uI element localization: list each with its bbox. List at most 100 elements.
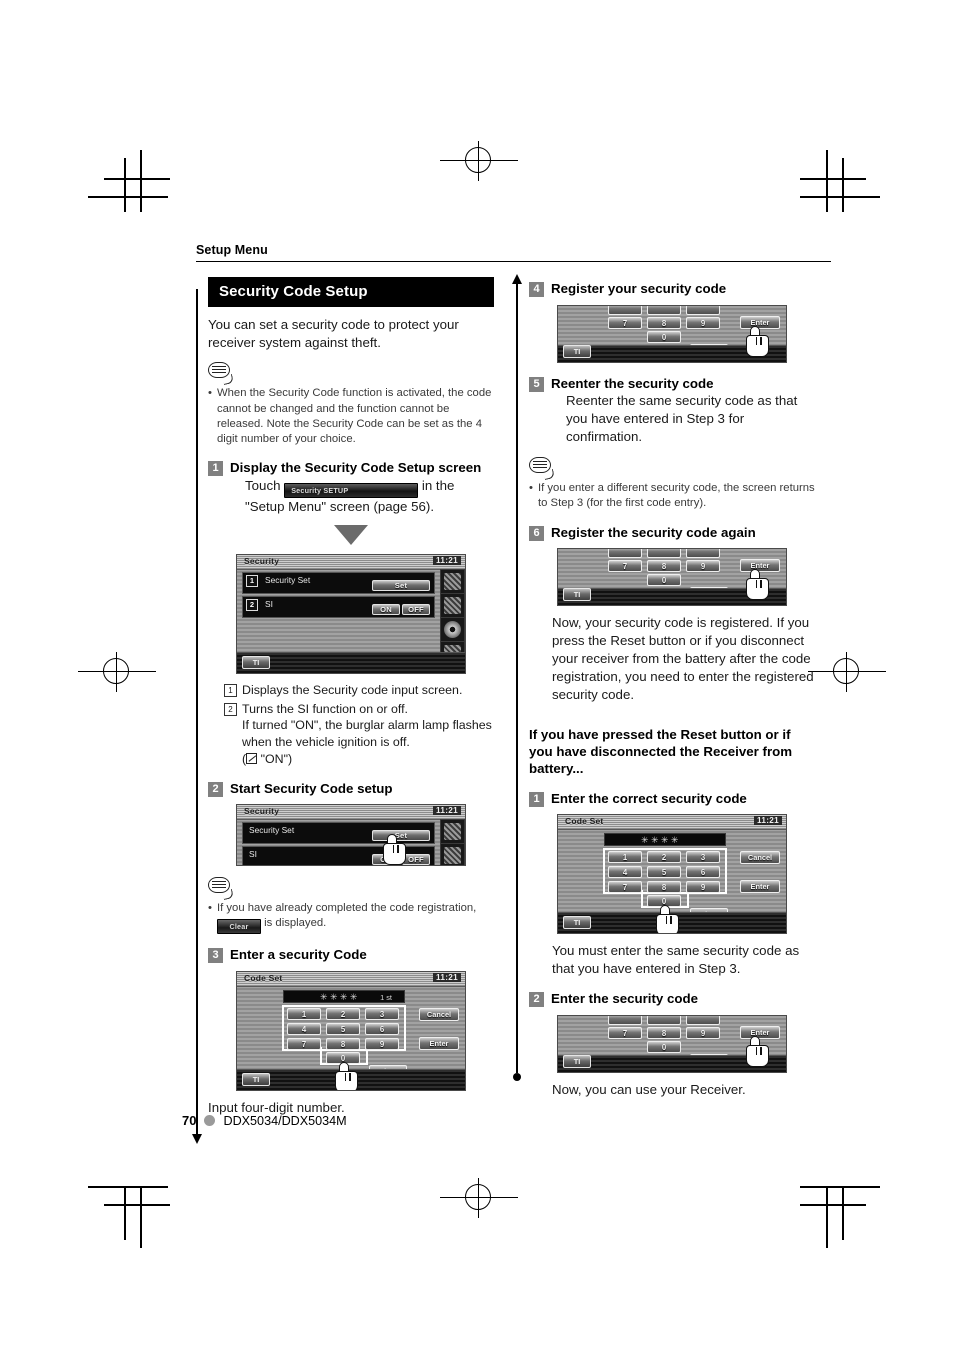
key-6-partial[interactable]	[686, 549, 720, 559]
key-4-partial[interactable]	[608, 1015, 642, 1025]
enter-button[interactable]: Enter	[740, 315, 780, 329]
av-icon[interactable]	[441, 844, 464, 866]
key-9[interactable]: 9	[365, 1038, 399, 1051]
screen-code-set-2: Code Set 11:21 ✳✳✳✳ 1 2 3 4 5 6 7 8 9 0 …	[557, 814, 787, 935]
callout-badge-2: 2	[246, 598, 258, 611]
step-1: 1 Display the Security Code Setup screen	[208, 460, 494, 477]
step-title: Register your security code	[551, 281, 727, 296]
step-3: 3 Enter a security Code	[208, 947, 494, 964]
screen-keypad-enter-1: 7 8 9 0 Enter Clear TI	[557, 304, 787, 363]
si-on-button[interactable]: ON	[372, 854, 400, 866]
ti-button[interactable]: TI	[563, 916, 591, 930]
key-8[interactable]: 8	[647, 316, 681, 329]
screen-footer	[237, 651, 465, 673]
key-0[interactable]: 0	[647, 1040, 681, 1053]
footer-dot-icon	[204, 1115, 216, 1126]
key-6-partial[interactable]	[686, 1015, 720, 1025]
key-6[interactable]: 6	[686, 866, 720, 879]
key-8[interactable]: 8	[647, 560, 681, 573]
enter-button[interactable]: Enter	[740, 880, 780, 894]
menu-icon[interactable]	[441, 820, 464, 844]
si-off-button[interactable]: OFF	[402, 603, 430, 615]
cancel-button[interactable]: Cancel	[740, 851, 780, 865]
key-5-partial[interactable]	[647, 305, 681, 315]
key-9[interactable]: 9	[686, 560, 720, 573]
key-5-partial[interactable]	[647, 549, 681, 559]
step-2: 2 Start Security Code setup	[208, 781, 494, 798]
screen-footer	[558, 344, 786, 362]
key-9[interactable]: 9	[686, 1026, 720, 1039]
note-icon	[208, 877, 234, 901]
set-button[interactable]: Set	[372, 579, 430, 591]
pencil-icon	[246, 752, 258, 764]
screen-footer	[558, 588, 786, 606]
row-label: Security Set	[265, 574, 311, 585]
key-6-partial[interactable]	[686, 305, 720, 315]
ti-button[interactable]: TI	[563, 588, 591, 602]
reset-step-2: 2 Enter the security code	[529, 991, 815, 1008]
key-0[interactable]: 0	[647, 330, 681, 343]
av-icon[interactable]	[441, 593, 464, 617]
key-5-partial[interactable]	[647, 1015, 681, 1025]
key-4[interactable]: 4	[287, 1023, 321, 1036]
key-0[interactable]: 0	[326, 1052, 360, 1065]
clock: 11:21	[433, 806, 461, 816]
cancel-button[interactable]: Cancel	[419, 1008, 459, 1022]
step-number: 4	[529, 282, 544, 297]
screen-security: Security 11:21 1 Security Set Set 2 SI O…	[236, 553, 466, 674]
key-4-partial[interactable]	[608, 549, 642, 559]
step-title: Start Security Code setup	[230, 780, 393, 796]
key-3[interactable]: 3	[686, 851, 720, 864]
note-2-before: If you have already completed the code r…	[216, 902, 477, 915]
key-2[interactable]: 2	[647, 851, 681, 864]
key-8[interactable]: 8	[647, 1026, 681, 1039]
key-2[interactable]: 2	[326, 1008, 360, 1021]
callout-2-extra: If turned "ON", the burglar alarm lamp f…	[242, 718, 492, 750]
step-4: 4 Register your security code	[529, 281, 815, 298]
key-3[interactable]: 3	[365, 1008, 399, 1021]
key-8[interactable]: 8	[326, 1038, 360, 1051]
ti-button[interactable]: TI	[563, 1054, 591, 1068]
note-icon	[529, 457, 555, 480]
key-7[interactable]: 7	[608, 560, 642, 573]
key-5[interactable]: 5	[326, 1023, 360, 1036]
note-bullet: •	[208, 387, 212, 400]
note-icon	[208, 362, 234, 386]
screen-footer	[237, 1069, 465, 1091]
key-6[interactable]: 6	[365, 1023, 399, 1036]
key-7[interactable]: 7	[608, 316, 642, 329]
key-4[interactable]: 4	[608, 866, 642, 879]
screen-security-set-touch: Security 11:21 Security Set Set SI ON OF…	[236, 804, 466, 867]
key-5[interactable]: 5	[647, 866, 681, 879]
step-title: Enter a security Code	[230, 947, 367, 963]
key-0[interactable]: 0	[647, 574, 681, 587]
enter-button[interactable]: Enter	[740, 559, 780, 573]
menu-icon[interactable]	[441, 569, 464, 593]
enter-button[interactable]: Enter	[419, 1037, 459, 1051]
si-on-button[interactable]: ON	[372, 603, 400, 615]
running-head: Setup Menu	[196, 243, 268, 257]
step-number: 1	[208, 461, 223, 477]
key-4-partial[interactable]	[608, 305, 642, 315]
left-column: Security Code Setup You can set a securi…	[208, 277, 494, 1117]
ti-button[interactable]: TI	[242, 655, 270, 669]
enter-button[interactable]: Enter	[740, 1025, 780, 1039]
row-si: 2 SI ON OFF	[242, 595, 435, 618]
row-security-set: Security Set Set	[242, 822, 435, 845]
key-7[interactable]: 7	[608, 1026, 642, 1039]
ti-button[interactable]: TI	[563, 344, 591, 358]
key-1[interactable]: 1	[608, 851, 642, 864]
key-9[interactable]: 9	[686, 316, 720, 329]
key-1[interactable]: 1	[287, 1008, 321, 1021]
key-9[interactable]: 9	[686, 881, 720, 894]
key-7[interactable]: 7	[287, 1038, 321, 1051]
key-7[interactable]: 7	[608, 881, 642, 894]
disc-icon[interactable]	[441, 617, 464, 641]
ti-button[interactable]: TI	[242, 1073, 270, 1087]
flow-line-left	[191, 289, 202, 1144]
si-off-button[interactable]: OFF	[402, 854, 430, 866]
key-0[interactable]: 0	[647, 895, 681, 908]
set-button[interactable]: Set	[372, 830, 430, 842]
key-8[interactable]: 8	[647, 881, 681, 894]
screen-code-set-1: Code Set 11:21 ✳✳✳✳ 1 st 1 2 3 4 5 6 7 8…	[236, 971, 466, 1092]
